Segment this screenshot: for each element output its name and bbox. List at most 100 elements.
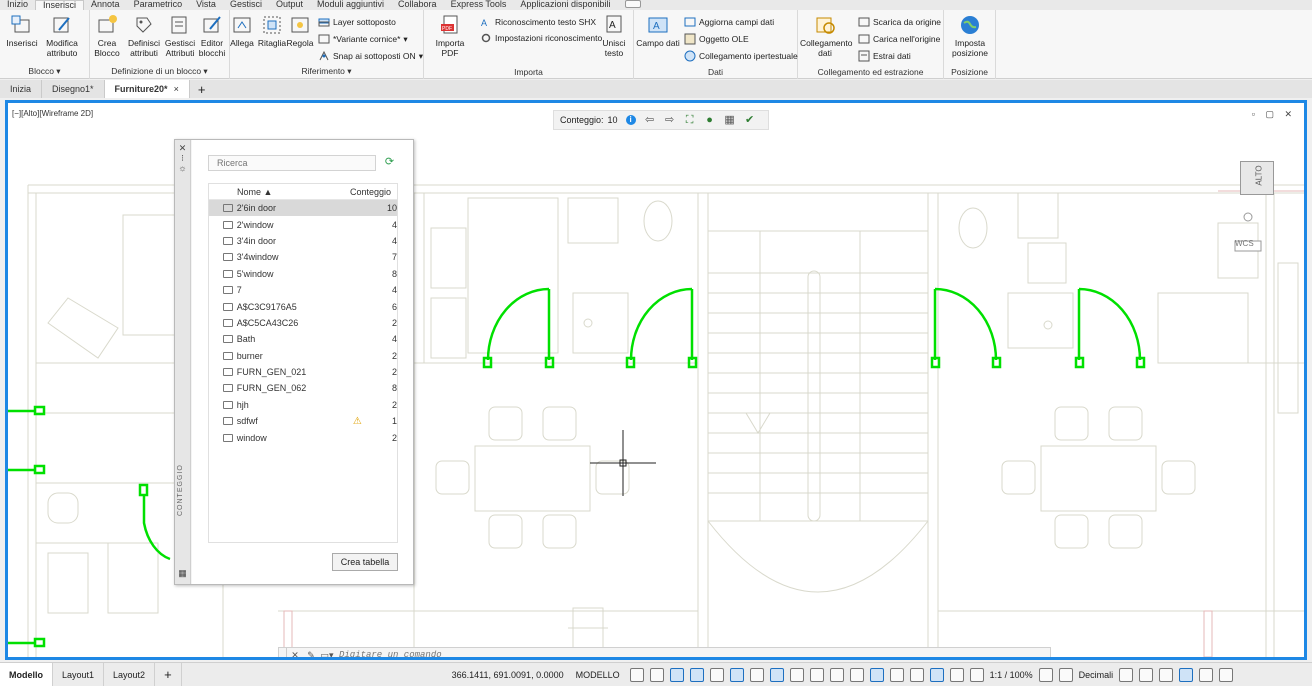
isolate-objects-icon[interactable]	[1159, 667, 1174, 682]
set-location-button[interactable]: Imposta posizione	[948, 14, 992, 58]
layout-tab-layout2[interactable]: Layout2	[104, 662, 156, 686]
underlay-snap-button[interactable]: Snap ai sottoposti ON ▾	[318, 49, 423, 63]
import-pdf-button[interactable]: PDF Importa PDF	[428, 14, 472, 58]
zoom-extents-icon[interactable]: ⛶	[684, 114, 696, 126]
close-icon[interactable]: ✕	[287, 650, 303, 658]
object-snap-tracking-icon[interactable]	[769, 667, 784, 682]
insert-button[interactable]: Inserisci	[2, 14, 42, 48]
file-tab-inizia[interactable]: Inizia	[0, 80, 43, 98]
dynamic-ucs-icon[interactable]	[889, 667, 904, 682]
ribbon-tab-2[interactable]: Annota	[84, 0, 127, 9]
snap-mode-icon[interactable]	[649, 667, 664, 682]
refresh-icon[interactable]: ⟳	[383, 156, 396, 169]
info-icon[interactable]: i	[625, 115, 636, 125]
workspace-gear-icon[interactable]	[1038, 667, 1053, 682]
new-tab-button[interactable]: +	[190, 82, 214, 97]
drawing-canvas[interactable]: [−][Alto][Wireframe 2D] ▫ ▢ ✕ Conteggio:…	[5, 100, 1307, 660]
ribbon-tab-6[interactable]: Output	[269, 0, 310, 9]
shx-recognition-button[interactable]: A Riconoscimento testo SHX	[480, 15, 596, 29]
table-row[interactable]: 74	[209, 282, 397, 298]
upload-to-source-button[interactable]: Carica nell'origine	[858, 32, 940, 46]
table-row[interactable]: sdfwf ⚠ 1	[209, 413, 397, 429]
table-row[interactable]: A$C5CA43C26 2	[209, 315, 397, 331]
annotation-scale[interactable]: 1:1 / 100%	[990, 670, 1033, 680]
underlay-layers-button[interactable]: Layer sottoposto	[318, 15, 396, 29]
update-fields-button[interactable]: Aggiorna campi dati	[684, 15, 774, 29]
layout-tab-layout1[interactable]: Layout1	[53, 662, 105, 686]
grid-icon[interactable]	[629, 667, 644, 682]
wcs-label[interactable]: WCS	[1235, 239, 1254, 248]
customization-menu-icon[interactable]	[1219, 667, 1234, 682]
viewport-label[interactable]: [−][Alto][Wireframe 2D]	[12, 109, 93, 118]
confirm-check-icon[interactable]: ✔	[744, 114, 756, 126]
isodraft-icon[interactable]	[749, 667, 764, 682]
command-input[interactable]	[339, 650, 939, 657]
insert-count-field-icon[interactable]: ▦	[724, 114, 736, 126]
table-row[interactable]: 3'4in door 4	[209, 233, 397, 249]
ortho-icon[interactable]	[709, 667, 724, 682]
data-link-button[interactable]: Collegamento dati	[800, 14, 852, 58]
create-block-button[interactable]: Crea Blocco	[87, 14, 127, 58]
infer-constraints-icon[interactable]	[669, 667, 684, 682]
recognition-settings-button[interactable]: Impostazioni riconoscimento	[480, 31, 602, 45]
frame-variant-dropdown[interactable]: *Variante cornice* ▾	[318, 32, 408, 46]
file-tab-furniture20[interactable]: Furniture20* ×	[104, 80, 190, 98]
clean-screen-icon[interactable]	[1199, 667, 1214, 682]
3d-osnap-icon[interactable]	[869, 667, 884, 682]
customize-icon[interactable]: ✎	[303, 650, 319, 658]
transparency-icon[interactable]	[829, 667, 844, 682]
ribbon-tab-10[interactable]: Applicazioni disponibili	[513, 0, 617, 9]
selection-cycling-icon[interactable]	[849, 667, 864, 682]
column-header-count[interactable]: Conteggio	[339, 187, 397, 197]
data-field-button[interactable]: A Campo dati	[636, 14, 680, 48]
annotation-monitor-icon[interactable]	[1058, 667, 1073, 682]
table-row[interactable]: 5'window 8	[209, 266, 397, 282]
polar-tracking-icon[interactable]	[729, 667, 744, 682]
graphics-performance-icon[interactable]	[1179, 667, 1194, 682]
adjust-button[interactable]: Regola	[280, 14, 320, 48]
table-row[interactable]: Bath 4	[209, 331, 397, 347]
annotation-visibility-icon[interactable]	[949, 667, 964, 682]
edit-attribute-button[interactable]: Modifica attributo	[42, 14, 82, 58]
ribbon-tab-0[interactable]: Inizio	[0, 0, 35, 9]
lock-ui-icon[interactable]	[1139, 667, 1154, 682]
file-tab-disegno1[interactable]: Disegno1*	[42, 80, 105, 98]
table-row[interactable]: window 2	[209, 429, 397, 445]
group-label-blocco[interactable]: Blocco ▾	[0, 66, 89, 77]
table-row[interactable]: 2'window 4	[209, 216, 397, 232]
dynamic-input-icon[interactable]	[689, 667, 704, 682]
ribbon-tab-1[interactable]: Inserisci	[35, 0, 85, 10]
ole-object-button[interactable]: Oggetto OLE	[684, 32, 749, 46]
layout-tab-modello[interactable]: Modello	[0, 662, 53, 686]
autoscale-icon[interactable]	[969, 667, 984, 682]
hyperlink-button[interactable]: Collegamento ipertestuale	[684, 49, 798, 63]
table-row[interactable]: 2'6in door 10	[209, 200, 397, 217]
table-row[interactable]: FURN_GEN_062 8	[209, 380, 397, 396]
palette-menu-icon[interactable]: ▦	[175, 568, 190, 578]
ribbon-tab-7[interactable]: Moduli aggiuntivi	[310, 0, 391, 9]
group-label-riferimento[interactable]: Riferimento ▾	[230, 66, 423, 77]
table-row[interactable]: FURN_GEN_021 2	[209, 364, 397, 380]
object-snap-icon[interactable]	[789, 667, 804, 682]
create-table-button[interactable]: Crea tabella	[332, 553, 398, 571]
search-input[interactable]	[208, 155, 376, 171]
viewport-window-controls[interactable]: ▫ ▢ ✕	[1252, 109, 1296, 120]
ribbon-tab-4[interactable]: Vista	[189, 0, 223, 9]
table-row[interactable]: burner 2	[209, 348, 397, 364]
add-layout-button[interactable]: +	[155, 662, 182, 686]
define-attributes-button[interactable]: Definisci attributi	[124, 14, 164, 58]
lineweight-icon[interactable]	[809, 667, 824, 682]
close-icon[interactable]: ✕	[175, 143, 190, 153]
group-label-definizione[interactable]: Definizione di un blocco ▾	[90, 66, 229, 77]
download-from-source-button[interactable]: Scarica da origine	[858, 15, 941, 29]
table-row[interactable]: A$C3C9176A5 6	[209, 298, 397, 314]
combine-text-button[interactable]: A Unisci testo	[596, 14, 632, 58]
coordinates-readout[interactable]: 366.1411, 691.0091, 0.0000	[452, 670, 564, 680]
units-dropdown[interactable]: Decimali	[1079, 670, 1114, 680]
extract-data-button[interactable]: Estrai dati	[858, 49, 911, 63]
previous-arrow-icon[interactable]: ⇦	[644, 114, 656, 126]
quick-properties-icon[interactable]	[1119, 667, 1134, 682]
ribbon-tab-3[interactable]: Parametrico	[127, 0, 190, 9]
model-space-toggle[interactable]: MODELLO	[572, 670, 624, 680]
properties-icon[interactable]: ☼	[175, 163, 190, 173]
